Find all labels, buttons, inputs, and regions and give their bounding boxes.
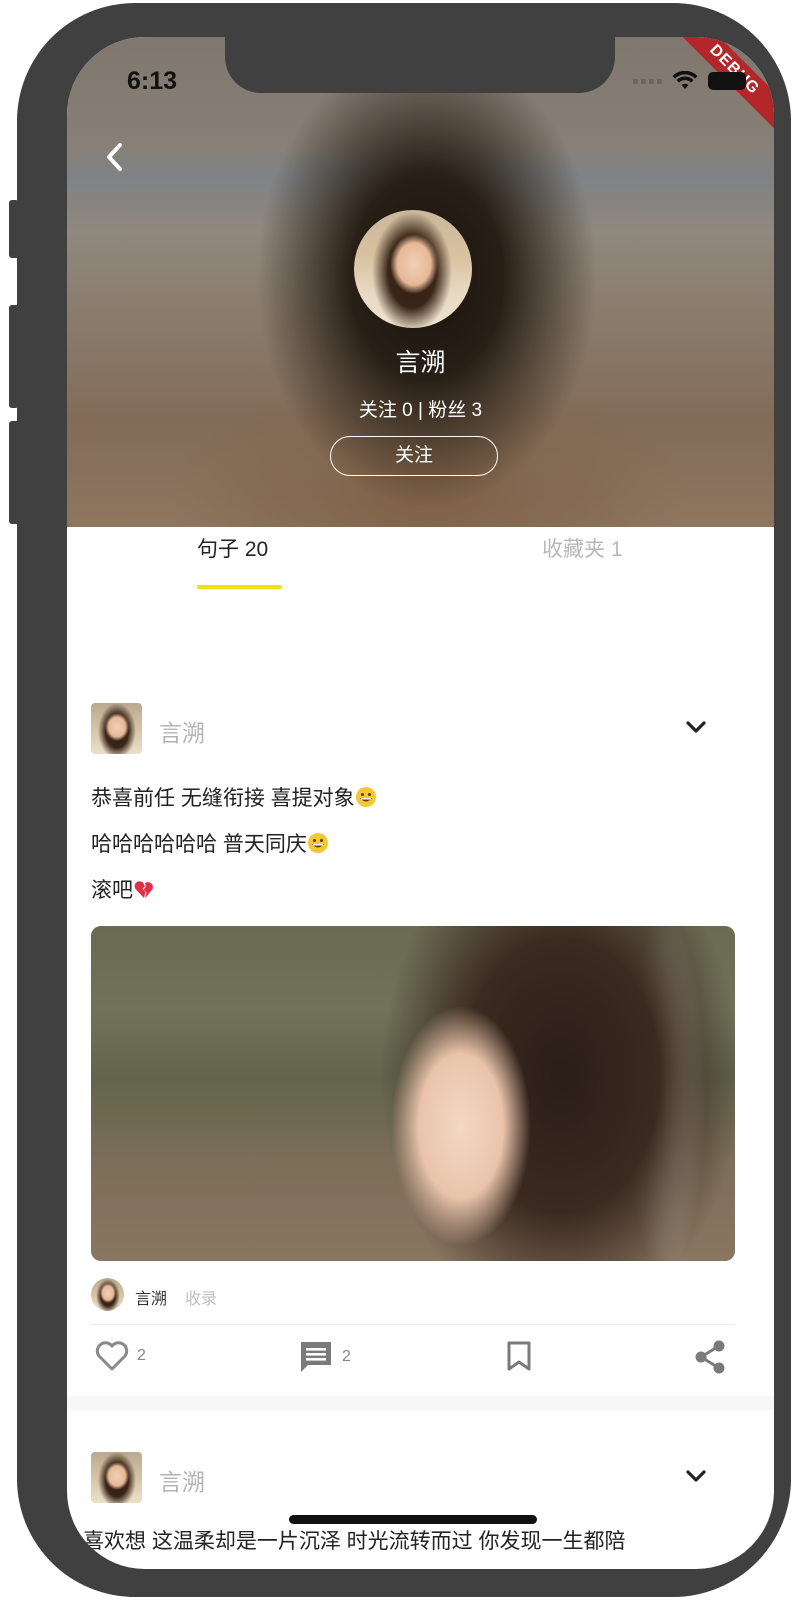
like-count: 2 [137,1347,146,1364]
wifi-icon [672,71,698,89]
screen: 6:13 DEBUG 言溯 关注 0 | 粉丝 3 关注 句子 20 收藏夹 1… [67,37,774,1569]
post-text-line: 恭喜前任 无缝衔接 喜提对象 [91,782,377,812]
status-icons [633,71,746,91]
heart-icon [95,1341,129,1371]
profile-header: 6:13 DEBUG 言溯 关注 0 | 粉丝 3 关注 [67,37,774,527]
like-button[interactable]: 2 [95,1340,146,1372]
post-text-line: 哈哈哈哈哈哈 普天同庆 [91,828,329,858]
post-options-button[interactable] [681,712,711,742]
back-button[interactable] [95,137,135,177]
post-text: 哈哈哈哈哈哈 普天同庆 [91,833,307,856]
post-text: 恭喜前任 无缝衔接 喜提对象 [91,787,355,810]
profile-tabs: 句子 20 收藏夹 1 [67,527,774,607]
post-avatar[interactable] [91,1452,142,1503]
tab-indicator [197,585,282,589]
cellular-signal-icon [633,78,662,84]
bookmark-button[interactable] [505,1340,533,1372]
comment-count: 2 [342,1348,351,1365]
tab-sentences[interactable]: 句子 20 [197,533,268,563]
chevron-down-icon [686,1470,706,1482]
grinning-face-emoji [355,787,376,807]
post-text-line: 滚吧 [91,874,155,904]
notch [225,37,615,93]
phone-frame: 6:13 DEBUG 言溯 关注 0 | 粉丝 3 关注 句子 20 收藏夹 1… [17,3,791,1597]
chevron-left-icon [107,143,122,171]
home-indicator [289,1515,537,1524]
battery-icon [708,72,746,90]
post-author[interactable]: 言溯 [159,714,205,748]
share-button[interactable] [693,1339,727,1375]
profile-name: 言溯 [395,349,446,377]
bookmark-icon [507,1341,531,1371]
tab-favorites[interactable]: 收藏夹 1 [542,533,623,563]
post-text-line: 喜欢想 这温柔却是一片沉泽 时光流转而过 你发现一生都陪 [83,1530,626,1553]
follow-button[interactable]: 关注 [330,436,498,476]
post-avatar[interactable] [91,703,142,754]
comment-button[interactable]: 2 [298,1339,351,1375]
divider [91,1324,735,1325]
status-time: 6:13 [127,67,178,95]
profile-avatar[interactable] [354,210,472,328]
grinning-face-emoji [307,833,328,853]
chevron-down-icon [686,721,706,733]
broken-heart-emoji [134,881,153,899]
meta-avatar[interactable] [91,1278,124,1311]
meta-author[interactable]: 言溯 [135,1285,167,1309]
post-author[interactable]: 言溯 [159,1463,205,1497]
follow-stats[interactable]: 关注 0 | 粉丝 3 [67,395,774,422]
post-text: 滚吧 [91,879,133,902]
post-image[interactable] [91,926,735,1261]
post-options-button[interactable] [681,1461,711,1491]
share-icon [695,1340,725,1374]
meta-tag: 收录 [185,1291,218,1308]
section-separator [67,1396,774,1410]
comment-icon [301,1342,331,1372]
